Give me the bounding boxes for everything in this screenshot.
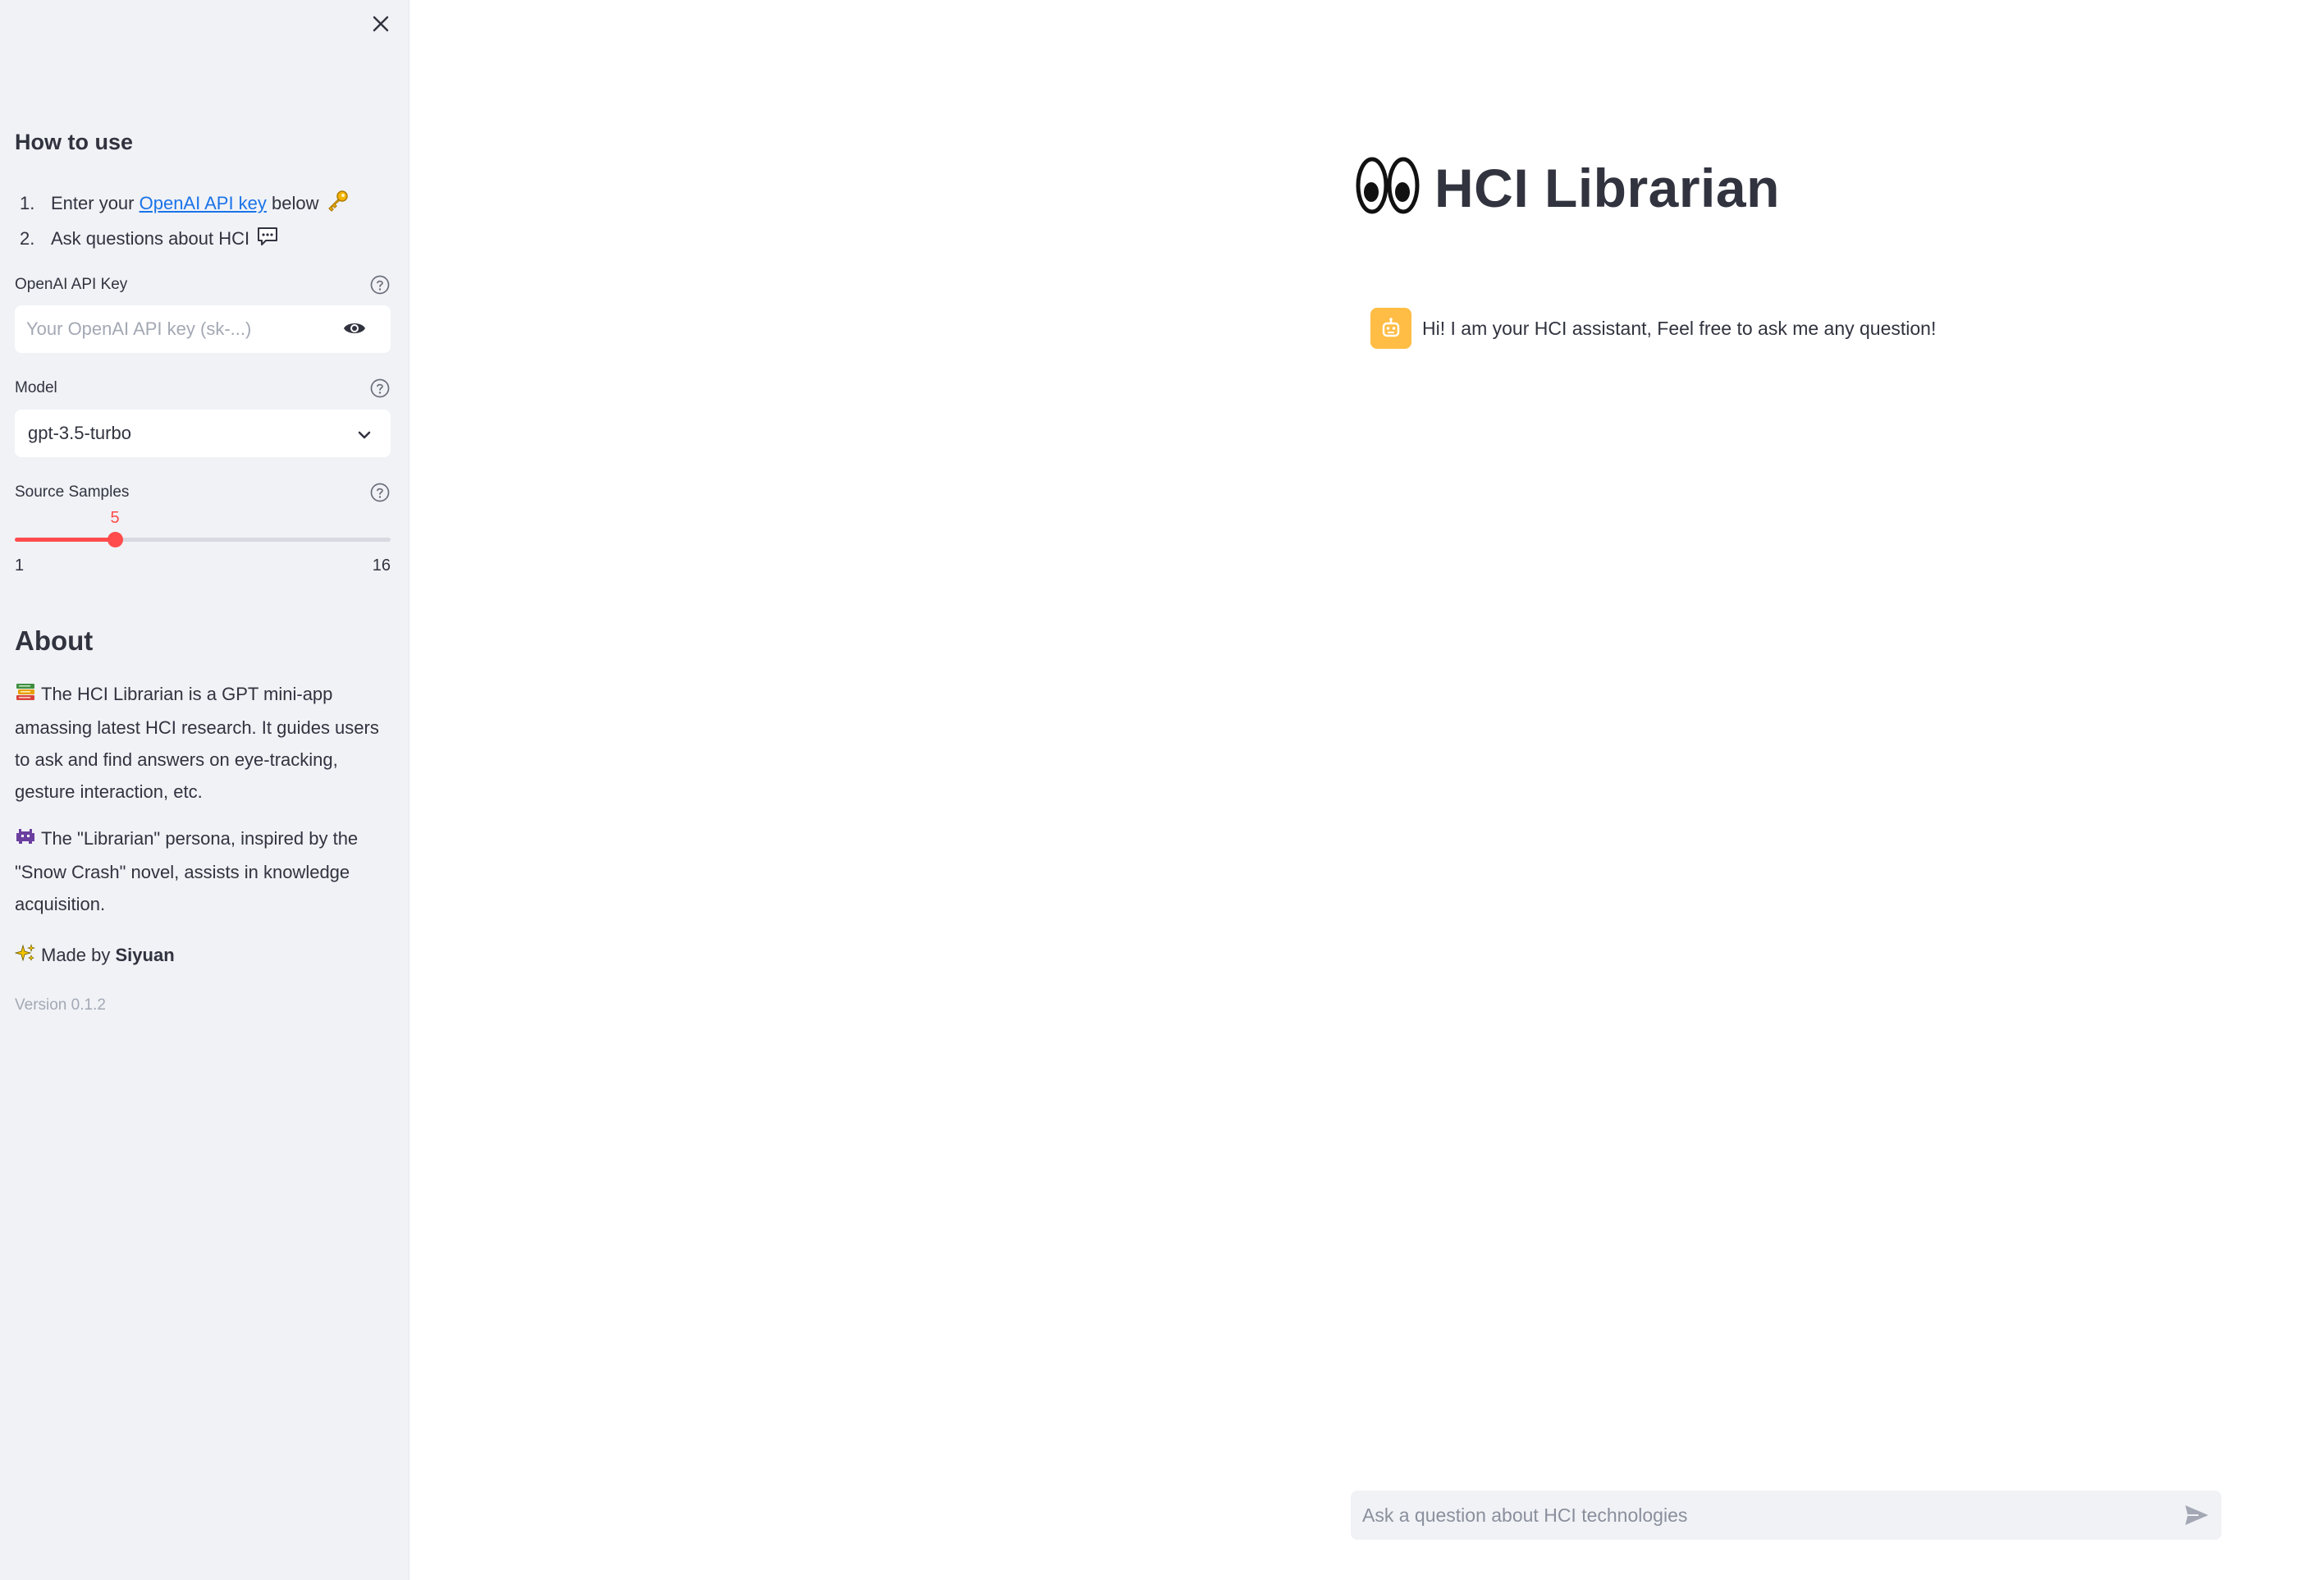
send-icon (2185, 1505, 2208, 1525)
about-paragraph: Made by Siyuan (14, 939, 391, 973)
app-root: How to use 1. Enter your OpenAI API key … (0, 0, 2324, 1580)
model-selected-value: gpt-3.5-turbo (28, 423, 131, 443)
alien-monster-icon (15, 824, 36, 856)
about-text-2: The "Librarian" persona, inspired by the… (15, 828, 359, 914)
version-label: Version 0.1.2 (15, 996, 106, 1014)
help-icon[interactable] (369, 482, 391, 503)
assistant-message: Hi! I am your HCI assistant, Feel free t… (1370, 308, 1936, 349)
avatar (1370, 308, 1411, 349)
books-icon (15, 680, 36, 712)
step-text: Ask questions about HCI (51, 227, 250, 249)
close-sidebar-button[interactable] (367, 10, 395, 38)
model-label: Model (15, 379, 57, 396)
api-key-label: OpenAI API Key (15, 276, 128, 293)
eye-icon (344, 323, 365, 333)
slider-min-label: 1 (15, 556, 25, 575)
chevron-down-icon (356, 426, 373, 447)
robot-icon (1382, 318, 1400, 337)
step-number: 1. (20, 192, 35, 213)
step-text-suffix: below (266, 192, 319, 213)
api-key-input[interactable] (26, 318, 338, 340)
sidebar: How to use 1. Enter your OpenAI API key … (0, 0, 409, 1580)
show-password-button[interactable] (343, 319, 366, 342)
speech-bubble-icon (256, 226, 279, 252)
step-item: 2. Ask questions about HCI (20, 221, 349, 256)
author-name: Siyuan (115, 945, 175, 965)
about-paragraph: The HCI Librarian is a GPT mini-app amas… (15, 678, 391, 808)
openai-api-key-link[interactable]: OpenAI API key (140, 193, 267, 214)
assistant-message-text: Hi! I am your HCI assistant, Feel free t… (1422, 317, 1937, 339)
how-to-use-heading: How to use (15, 130, 134, 154)
close-icon (373, 16, 389, 32)
about-paragraph: The "Librarian" persona, inspired by the… (15, 822, 391, 920)
slider-thumb[interactable] (108, 532, 123, 547)
key-icon (326, 190, 349, 218)
chat-input-bar (1351, 1491, 2221, 1540)
sparkles-icon (14, 941, 36, 973)
step-number: 2. (20, 227, 35, 249)
slider-value: 5 (110, 509, 120, 527)
app-title: HCI Librarian (1434, 157, 1780, 218)
slider-fill (15, 538, 115, 542)
about-heading: About (15, 625, 94, 656)
slider-max-label: 16 (372, 556, 391, 575)
how-to-steps: 1. Enter your OpenAI API key below 2. As… (20, 185, 349, 256)
api-key-field (15, 305, 391, 353)
source-samples-slider[interactable]: 5 (15, 509, 391, 575)
step-text-prefix: Enter your (51, 192, 140, 213)
made-by-prefix: Made by (41, 945, 116, 965)
eyes-icon (1356, 154, 1420, 221)
source-samples-label: Source Samples (15, 483, 130, 501)
send-button[interactable] (2184, 1503, 2210, 1532)
help-icon[interactable] (369, 274, 391, 295)
model-select[interactable]: gpt-3.5-turbo (15, 410, 391, 457)
page-title: HCI Librarian (1356, 154, 1780, 221)
about-text-1: The HCI Librarian is a GPT mini-app amas… (15, 684, 379, 802)
help-icon[interactable] (369, 378, 391, 399)
chat-input[interactable] (1362, 1504, 2166, 1527)
step-item: 1. Enter your OpenAI API key below (20, 185, 349, 221)
